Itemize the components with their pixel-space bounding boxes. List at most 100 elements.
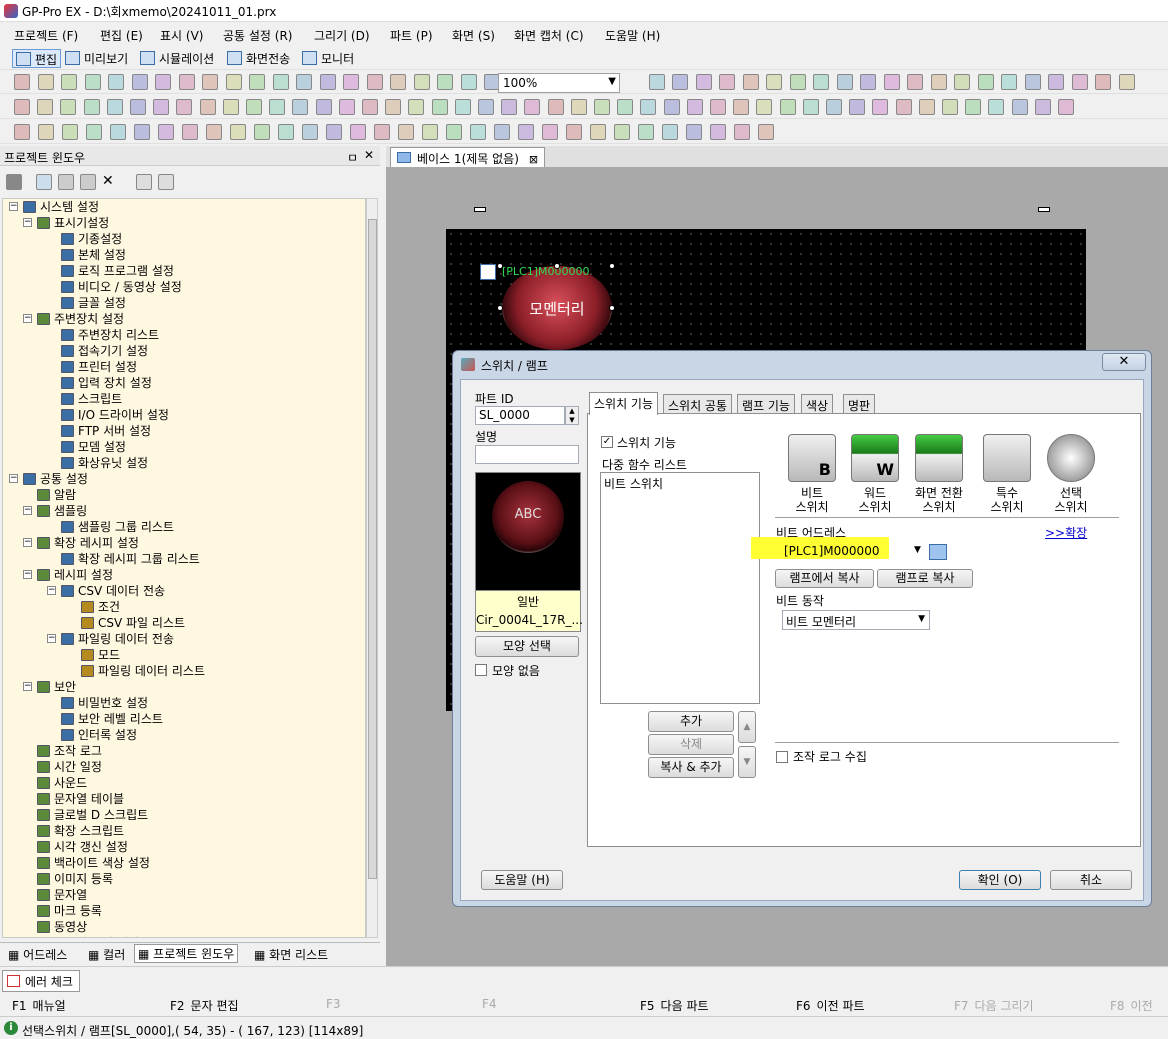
toolbar-button-icon[interactable] bbox=[826, 99, 842, 115]
toolbar-button-icon[interactable] bbox=[278, 124, 294, 140]
toolbar-button-icon[interactable] bbox=[460, 74, 477, 90]
mode-transfer-button[interactable]: 화면전송 bbox=[224, 49, 293, 68]
toolbar-button-icon[interactable] bbox=[663, 99, 680, 115]
tree-item[interactable]: − CSV 데이터 전송 bbox=[47, 583, 165, 599]
tree-item[interactable]: 입력 장치 설정 bbox=[61, 375, 152, 391]
toolbar-button-icon[interactable] bbox=[249, 74, 265, 90]
tab-nameplate[interactable]: 명판 bbox=[843, 394, 876, 414]
collapse-icon[interactable]: − bbox=[47, 634, 56, 643]
fkey-f5[interactable]: F5 다음 파트 bbox=[640, 997, 709, 1014]
tab-lamp-function[interactable]: 램프 기능 bbox=[737, 394, 795, 414]
pin-icon[interactable]: ㅁ bbox=[347, 149, 358, 166]
toolbar-button-icon[interactable] bbox=[155, 74, 171, 90]
toolbar-button-icon[interactable] bbox=[648, 74, 665, 90]
toolbar-button-icon[interactable] bbox=[662, 124, 678, 140]
toolbar-button-icon[interactable] bbox=[930, 74, 947, 90]
toolbar-button-icon[interactable] bbox=[695, 74, 712, 90]
toolbar-button-icon[interactable] bbox=[385, 99, 402, 115]
toolbar-button-icon[interactable] bbox=[501, 99, 518, 115]
menu-help[interactable]: 도움말 (H) bbox=[605, 27, 660, 44]
tree-item[interactable]: 접속기기 설정 bbox=[61, 343, 148, 359]
toolbar-button-icon[interactable] bbox=[719, 74, 735, 90]
switch-function-checkbox[interactable]: ✓ bbox=[601, 436, 613, 448]
collapse-icon[interactable]: − bbox=[23, 682, 32, 691]
toolbar-button-icon[interactable] bbox=[84, 74, 101, 90]
toolbar-button-icon[interactable] bbox=[199, 99, 216, 115]
menu-common-settings[interactable]: 공통 설정 (R) bbox=[223, 27, 293, 44]
menu-parts[interactable]: 파트 (P) bbox=[390, 27, 433, 44]
mode-simulation-button[interactable]: 시뮬레이션 bbox=[137, 49, 217, 68]
tab-screen-list[interactable]: ▦ 화면 리스트 bbox=[254, 946, 328, 963]
shape-select-button[interactable]: 모양 선택 bbox=[475, 636, 579, 657]
mode-edit-button[interactable]: 편집 bbox=[12, 49, 62, 68]
toolbar-button-icon[interactable] bbox=[296, 74, 312, 90]
bit-address-field[interactable]: [PLC1]M000000 bbox=[784, 544, 879, 558]
screen-handle-left[interactable] bbox=[474, 207, 486, 212]
toolbar-button-icon[interactable] bbox=[437, 74, 453, 90]
tree-item[interactable]: 이미지 등록 bbox=[37, 871, 113, 887]
toolbar-button-icon[interactable] bbox=[1048, 74, 1064, 90]
toolbar-button-icon[interactable] bbox=[326, 124, 342, 140]
description-field[interactable] bbox=[475, 445, 579, 464]
fkey-f2[interactable]: F2 문자 편집 bbox=[170, 997, 239, 1014]
ok-button[interactable]: 확인 (O) bbox=[959, 870, 1041, 890]
toolbar-button-icon[interactable] bbox=[131, 74, 148, 90]
tree-item[interactable]: 비밀번호 설정 bbox=[61, 695, 148, 711]
toolbar-button-icon[interactable] bbox=[710, 124, 726, 140]
toolbar-button-icon[interactable] bbox=[431, 99, 448, 115]
toolbar-button-icon[interactable] bbox=[338, 99, 355, 115]
tab-address[interactable]: ▦ 어드레스 bbox=[8, 946, 67, 963]
expand-link[interactable]: >>확장 bbox=[1045, 524, 1087, 541]
tree-item[interactable]: − 표시기설정 bbox=[23, 215, 109, 231]
toolbar-button-icon[interactable] bbox=[686, 99, 703, 115]
tab-color[interactable]: 색상 bbox=[801, 394, 834, 414]
chevron-down-icon[interactable]: ▼ bbox=[914, 545, 921, 555]
selection-handle[interactable] bbox=[554, 263, 560, 269]
toolbar-button-icon[interactable] bbox=[206, 124, 222, 140]
toolbar-button-icon[interactable] bbox=[374, 124, 390, 140]
toolbar-button-icon[interactable] bbox=[153, 99, 170, 115]
collapse-icon[interactable]: − bbox=[23, 538, 32, 547]
toolbar-button-icon[interactable] bbox=[86, 124, 102, 140]
menu-screen[interactable]: 화면 (S) bbox=[452, 27, 495, 44]
toolbar-button-icon[interactable] bbox=[269, 99, 286, 115]
toolbar-button-icon[interactable] bbox=[1001, 74, 1017, 90]
toolbar-button-icon[interactable] bbox=[61, 74, 77, 90]
special-switch-button[interactable]: 특수 스위치 bbox=[979, 434, 1035, 514]
tree-item[interactable]: 샘플링 그룹 리스트 bbox=[61, 519, 174, 535]
mode-monitor-button[interactable]: 모니터 bbox=[299, 49, 357, 68]
tree-item[interactable]: 확장 레시피 그룹 리스트 bbox=[61, 551, 200, 567]
toolbar-button-icon[interactable] bbox=[742, 74, 759, 90]
tree-item[interactable]: 프린터 설정 bbox=[61, 359, 137, 375]
copy-icon[interactable] bbox=[58, 174, 74, 190]
toolbar-button-icon[interactable] bbox=[110, 124, 126, 140]
tab-switch-function[interactable]: 스위치 기능 bbox=[589, 392, 659, 415]
toolbar-button-icon[interactable] bbox=[734, 124, 750, 140]
menu-edit[interactable]: 편집 (E) bbox=[100, 27, 143, 44]
tree-item[interactable]: 기종설정 bbox=[61, 231, 122, 247]
toolbar-button-icon[interactable] bbox=[1118, 74, 1135, 90]
tree-item[interactable]: 백라이트 색상 설정 bbox=[37, 855, 150, 871]
toolbar-button-icon[interactable] bbox=[789, 74, 806, 90]
tree-item[interactable]: 본체 설정 bbox=[61, 247, 126, 263]
copy-add-button[interactable]: 복사 & 추가 bbox=[648, 757, 734, 778]
edit-icon[interactable] bbox=[36, 174, 52, 190]
fkey-f1[interactable]: F1 매뉴얼 bbox=[12, 997, 66, 1014]
tree-item[interactable]: 보안 레벨 리스트 bbox=[61, 711, 163, 727]
tab-color[interactable]: ▦ 컬러 bbox=[88, 946, 125, 963]
toolbar-button-icon[interactable] bbox=[366, 74, 383, 90]
tree-item[interactable]: 문자열 bbox=[37, 887, 87, 903]
zoom-select[interactable]: 100% ▼ bbox=[498, 73, 620, 93]
selector-switch-button[interactable]: 선택 스위치 bbox=[1043, 434, 1099, 514]
toolbar-button-icon[interactable] bbox=[478, 99, 494, 115]
op-log-checkbox[interactable] bbox=[776, 751, 788, 763]
toolbar-button-icon[interactable] bbox=[1034, 99, 1051, 115]
tree-item[interactable]: 비디오 / 동영상 설정 bbox=[61, 279, 182, 295]
fkey-f4[interactable]: F4 bbox=[482, 997, 503, 1011]
toolbar-button-icon[interactable] bbox=[362, 99, 378, 115]
cancel-button[interactable]: 취소 bbox=[1050, 870, 1132, 890]
add-button[interactable]: 추가 bbox=[648, 711, 734, 732]
toolbar-button-icon[interactable] bbox=[977, 74, 994, 90]
address-keypad-icon[interactable] bbox=[929, 544, 947, 560]
toolbar-button-icon[interactable] bbox=[14, 124, 30, 140]
